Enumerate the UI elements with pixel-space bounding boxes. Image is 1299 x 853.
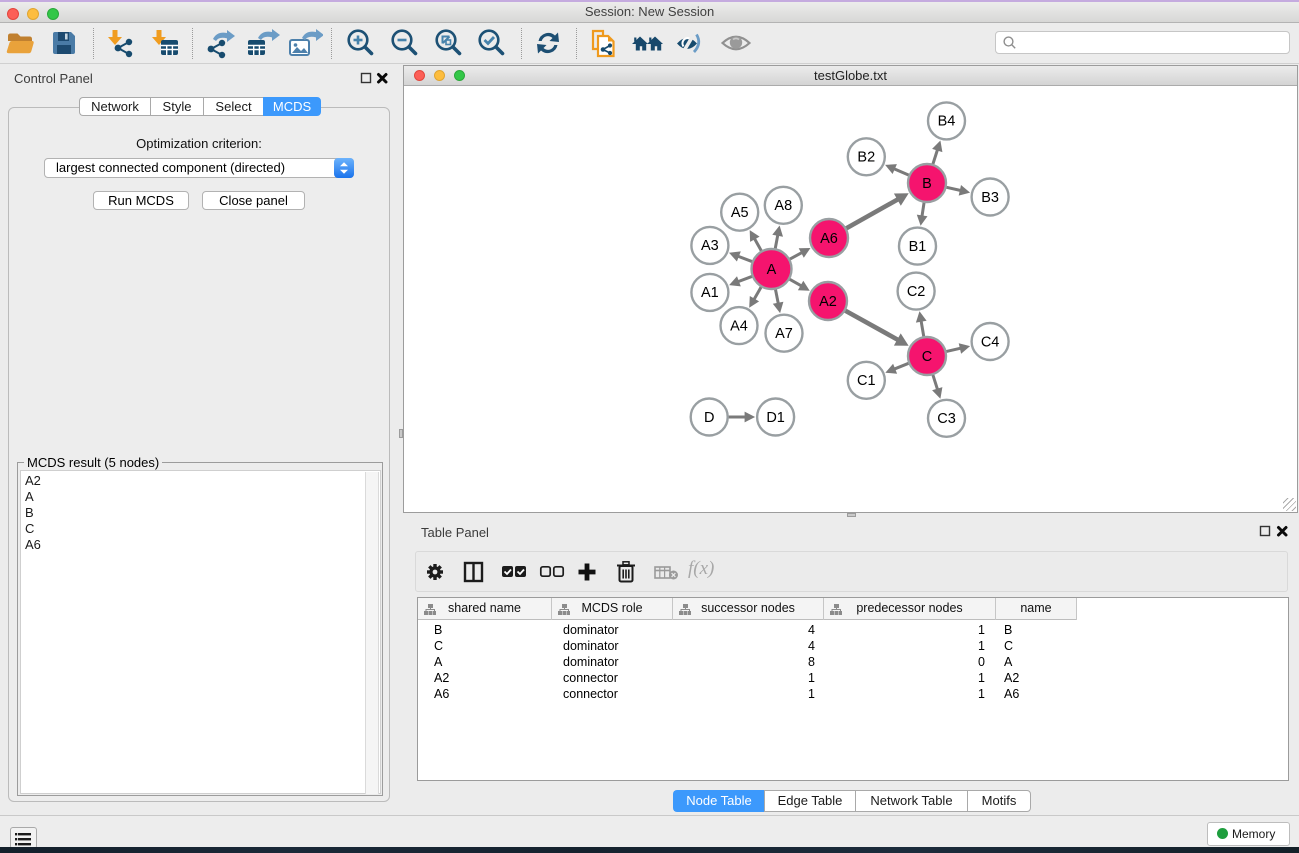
svg-text:B2: B2	[857, 150, 875, 166]
svg-text:B4: B4	[938, 114, 956, 130]
svg-text:C3: C3	[937, 411, 956, 427]
svg-text:A5: A5	[731, 205, 749, 221]
svg-text:C2: C2	[907, 284, 926, 300]
svg-text:B3: B3	[981, 190, 999, 206]
svg-text:D: D	[704, 410, 714, 426]
svg-text:A: A	[767, 262, 777, 278]
svg-text:C4: C4	[981, 334, 1000, 350]
svg-text:A4: A4	[730, 318, 748, 334]
svg-text:C: C	[922, 349, 932, 365]
svg-text:C1: C1	[857, 373, 876, 389]
svg-text:B: B	[922, 176, 932, 192]
svg-text:A6: A6	[820, 231, 838, 247]
svg-text:D1: D1	[766, 410, 785, 426]
svg-text:A8: A8	[774, 198, 792, 214]
svg-text:A7: A7	[775, 326, 793, 342]
svg-text:A3: A3	[701, 238, 719, 254]
svg-text:B1: B1	[909, 239, 927, 255]
svg-text:A1: A1	[701, 285, 719, 301]
svg-text:A2: A2	[819, 294, 837, 310]
